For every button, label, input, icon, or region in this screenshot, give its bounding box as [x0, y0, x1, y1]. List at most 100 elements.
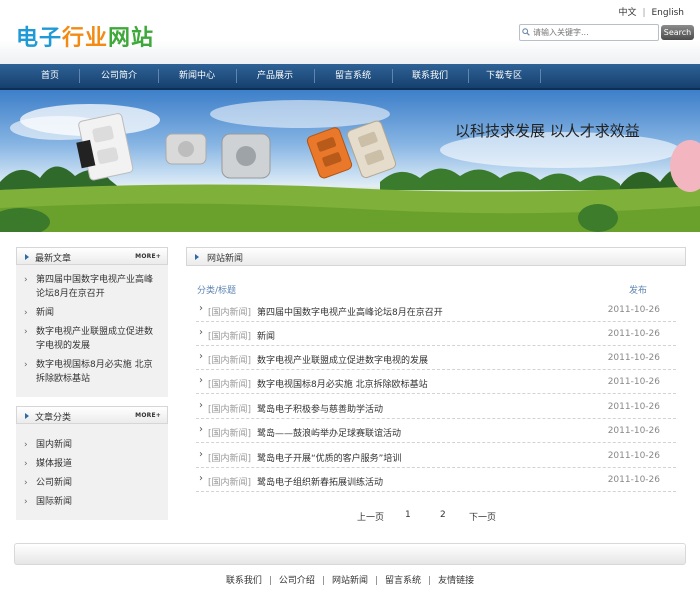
news-category: [国内新闻]	[208, 405, 252, 415]
footer-bar	[14, 543, 686, 565]
row-arrow-icon: ›	[199, 303, 203, 314]
lang-english-link[interactable]: English	[652, 8, 685, 18]
lang-chinese-link[interactable]: 中文	[618, 8, 636, 18]
news-row[interactable]: › [国内新闻] 数字电视产业联盟成立促进数字电视的发展 2011-10-26	[196, 346, 676, 370]
header-arrow-icon	[195, 254, 199, 260]
latest-articles-header: 最新文章 MORE+	[16, 247, 168, 265]
header-arrow-icon	[25, 413, 29, 419]
news-date: 2011-10-26	[607, 426, 660, 436]
site-news-header: 网站新闻	[186, 247, 686, 266]
column-header-category-title: 分类/标题	[197, 286, 237, 296]
column-header-published: 发布	[629, 286, 648, 296]
main-nav: 首页 公司简介 新闻中心 产品展示 留言系统 联系我们 下载专区	[0, 64, 700, 90]
footer-link-friends[interactable]: 友情链接	[438, 576, 474, 586]
news-title[interactable]: 第四届中国数字电视产业高峰论坛8月在京召开	[257, 305, 443, 318]
latest-more-link[interactable]: MORE+	[135, 253, 161, 260]
logo-part-1: 电子	[16, 26, 63, 51]
latest-article-item[interactable]: 新闻	[24, 306, 158, 320]
category-item[interactable]: 公司新闻	[24, 476, 158, 490]
latest-articles-list: 第四届中国数字电视产业高峰论坛8月在京召开 新闻 数字电视产业联盟成立促进数字电…	[16, 265, 168, 386]
row-arrow-icon: ›	[199, 327, 203, 338]
hero-banner: 以科技求发展 以人才求效益	[0, 90, 700, 232]
news-title[interactable]: 数字电视国标8月必实施 北京拆除欧标基站	[257, 377, 428, 390]
site-header: 电子行业网站 中文 | English Search	[0, 0, 700, 64]
category-item[interactable]: 国际新闻	[24, 495, 158, 509]
latest-article-item[interactable]: 第四届中国数字电视产业高峰论坛8月在京召开	[24, 273, 158, 301]
lang-separator: |	[642, 8, 646, 18]
news-row[interactable]: › [国内新闻] 数字电视国标8月必实施 北京拆除欧标基站 2011-10-26	[196, 370, 676, 394]
news-row[interactable]: › [国内新闻] 新闻 2011-10-26	[196, 322, 676, 346]
news-row[interactable]: › [国内新闻] 鹭岛——鼓浪屿举办足球赛联谊活动 2011-10-26	[196, 419, 676, 443]
pager-page-link[interactable]: 1	[405, 510, 411, 520]
nav-item-products[interactable]: 产品展示	[236, 64, 314, 88]
news-category: [国内新闻]	[208, 380, 252, 390]
news-title[interactable]: 鹭岛电子开展“优质的客户服务”培训	[257, 451, 401, 464]
categories-more-link[interactable]: MORE+	[135, 412, 161, 419]
latest-article-item[interactable]: 数字电视产业联盟成立促进数字电视的发展	[24, 325, 158, 353]
logo-part-3: 网站	[108, 26, 155, 51]
row-arrow-icon: ›	[199, 449, 203, 460]
latest-article-item[interactable]: 数字电视国标8月必实施 北京拆除欧标基站	[24, 358, 158, 386]
banner-scenery-image	[0, 100, 700, 232]
news-date: 2011-10-26	[607, 329, 660, 339]
row-arrow-icon: ›	[199, 400, 203, 411]
footer-link-contact[interactable]: 联系我们	[226, 576, 262, 586]
nav-item-contact[interactable]: 联系我们	[392, 64, 468, 88]
nav-divider	[540, 69, 541, 83]
news-title[interactable]: 鹭岛电子积极参与慈善助学活动	[257, 402, 383, 415]
news-row[interactable]: › [国内新闻] 鹭岛电子开展“优质的客户服务”培训 2011-10-26	[196, 444, 676, 468]
article-categories-panel: 文章分类 MORE+ 国内新闻 媒体报道 公司新闻 国际新闻	[16, 406, 168, 520]
latest-articles-title: 最新文章	[35, 254, 72, 264]
news-date: 2011-10-26	[607, 353, 660, 363]
news-row[interactable]: › [国内新闻] 第四届中国数字电视产业高峰论坛8月在京召开 2011-10-2…	[196, 298, 676, 322]
news-date: 2011-10-26	[607, 402, 660, 412]
news-category: [国内新闻]	[208, 308, 252, 318]
nav-item-news[interactable]: 新闻中心	[158, 64, 236, 88]
nav-item-about[interactable]: 公司简介	[80, 64, 158, 88]
pager-page-link[interactable]: 2	[440, 510, 446, 520]
article-categories-header: 文章分类 MORE+	[16, 406, 168, 424]
news-title[interactable]: 新闻	[257, 329, 275, 342]
news-category: [国内新闻]	[208, 332, 252, 342]
nav-item-downloads[interactable]: 下载专区	[468, 64, 540, 88]
footer-separator: |	[321, 576, 325, 586]
search-box: Search	[519, 24, 694, 41]
row-arrow-icon: ›	[199, 351, 203, 362]
footer-link-guestbook[interactable]: 留言系统	[385, 576, 421, 586]
footer-link-about[interactable]: 公司介绍	[279, 576, 315, 586]
news-row[interactable]: › [国内新闻] 鹭岛电子组织新春拓展训练活动 2011-10-26	[196, 468, 676, 492]
category-item[interactable]: 媒体报道	[24, 457, 158, 471]
search-button[interactable]: Search	[661, 25, 694, 40]
language-switcher: 中文 | English	[618, 5, 684, 18]
footer-links: 联系我们 | 公司介绍 | 网站新闻 | 留言系统 | 友情链接	[0, 573, 700, 586]
news-row[interactable]: › [国内新闻] 鹭岛电子积极参与慈善助学活动 2011-10-26	[196, 395, 676, 419]
row-arrow-icon: ›	[199, 375, 203, 386]
site-logo[interactable]: 电子行业网站	[16, 20, 154, 52]
pager-next-link[interactable]: 下一页	[469, 510, 496, 523]
article-categories-list: 国内新闻 媒体报道 公司新闻 国际新闻	[16, 424, 168, 509]
news-category: [国内新闻]	[208, 356, 252, 366]
category-item[interactable]: 国内新闻	[24, 438, 158, 452]
footer-link-news[interactable]: 网站新闻	[332, 576, 368, 586]
pager-prev-link[interactable]: 上一页	[357, 510, 384, 523]
news-category: [国内新闻]	[208, 429, 252, 439]
news-title[interactable]: 数字电视产业联盟成立促进数字电视的发展	[257, 353, 428, 366]
article-categories-title: 文章分类	[35, 413, 72, 423]
news-category: [国内新闻]	[208, 478, 252, 488]
search-input[interactable]	[519, 24, 659, 41]
logo-part-2: 行业	[62, 26, 109, 51]
news-date: 2011-10-26	[607, 305, 660, 315]
nav-item-guestbook[interactable]: 留言系统	[314, 64, 392, 88]
latest-articles-panel: 最新文章 MORE+ 第四届中国数字电视产业高峰论坛8月在京召开 新闻 数字电视…	[16, 247, 168, 397]
row-arrow-icon: ›	[199, 473, 203, 484]
site-news-title: 网站新闻	[207, 254, 244, 264]
footer-separator: |	[375, 576, 379, 586]
row-arrow-icon: ›	[199, 424, 203, 435]
banner-slogan: 以科技求发展 以人才求效益	[455, 122, 640, 140]
news-date: 2011-10-26	[607, 475, 660, 485]
news-date: 2011-10-26	[607, 451, 660, 461]
news-title[interactable]: 鹭岛——鼓浪屿举办足球赛联谊活动	[257, 426, 401, 439]
news-title[interactable]: 鹭岛电子组织新春拓展训练活动	[257, 475, 383, 488]
news-date: 2011-10-26	[607, 377, 660, 387]
search-icon	[522, 28, 530, 36]
